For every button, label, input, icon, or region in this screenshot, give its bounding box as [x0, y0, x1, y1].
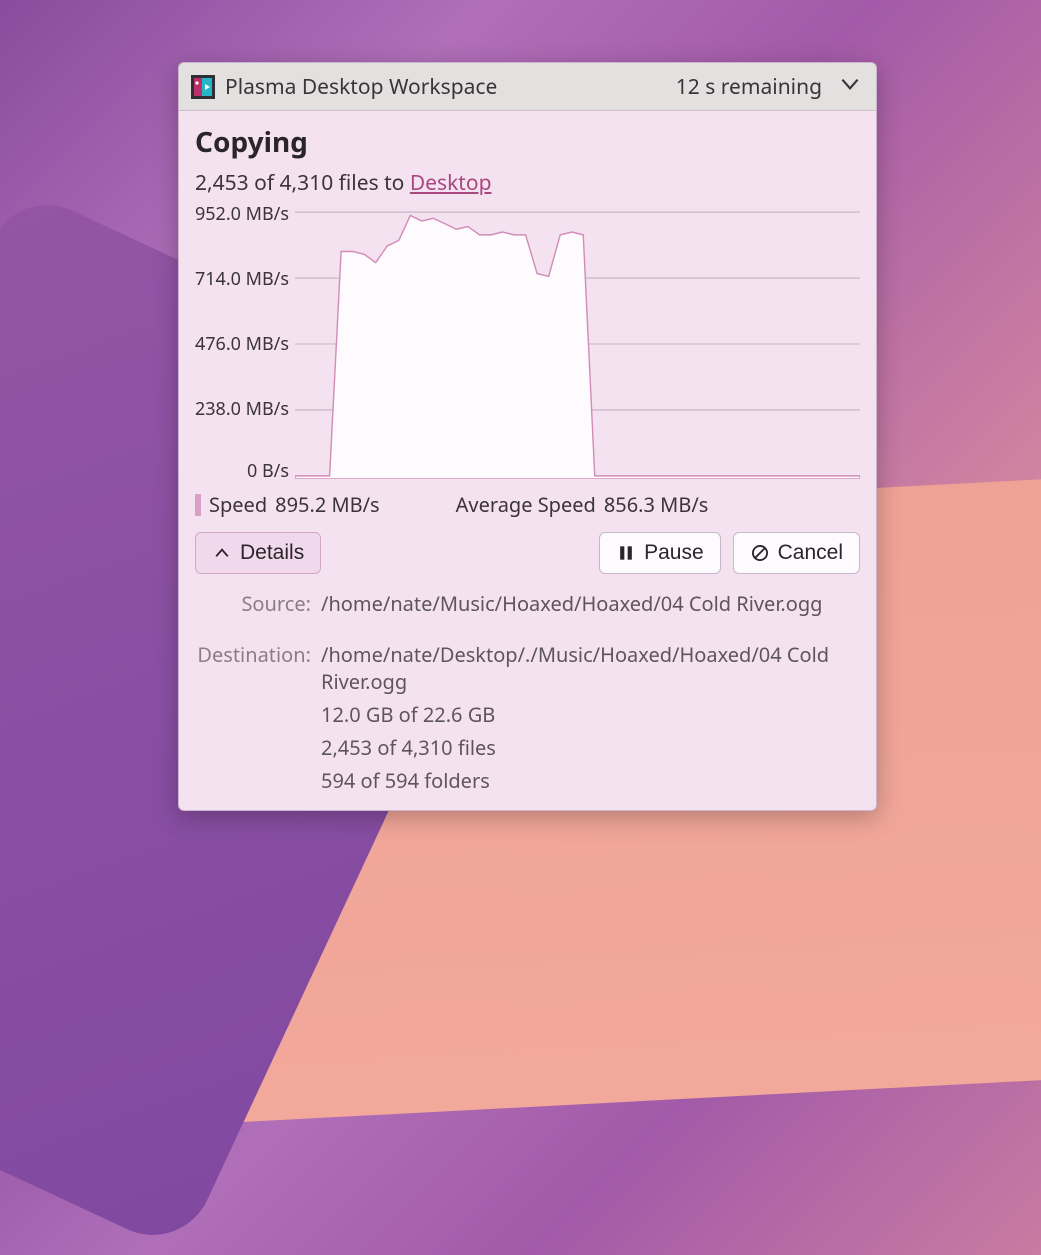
notification-body: Copying 2,453 of 4,310 files to Desktop … — [179, 111, 876, 810]
file-transfer-notification: Plasma Desktop Workspace 12 s remaining … — [178, 62, 877, 811]
cancel-button[interactable]: Cancel — [733, 532, 860, 574]
pause-button-label: Pause — [644, 541, 704, 565]
files-progress-text: 2,453 of 4,310 files to — [195, 169, 410, 197]
collapse-chevron-icon[interactable] — [836, 71, 864, 102]
speed-chart: 952.0 MB/s 714.0 MB/s 476.0 MB/s 238.0 M… — [195, 209, 860, 479]
y-tick-label: 714.0 MB/s — [195, 267, 289, 291]
chart-plot-area — [295, 209, 860, 479]
chart-y-axis: 952.0 MB/s 714.0 MB/s 476.0 MB/s 238.0 M… — [195, 209, 295, 479]
source-label: Source: — [195, 590, 311, 617]
pause-button[interactable]: Pause — [599, 532, 721, 574]
y-tick-label: 0 B/s — [247, 459, 289, 483]
y-tick-label: 238.0 MB/s — [195, 397, 289, 421]
speed-label: Speed — [209, 491, 267, 518]
details-block: Source: /home/nate/Music/Hoaxed/Hoaxed/0… — [195, 590, 860, 794]
destination-path: /home/nate/Desktop/./Music/Hoaxed/Hoaxed… — [321, 641, 860, 695]
source-path: /home/nate/Music/Hoaxed/Hoaxed/04 Cold R… — [321, 590, 860, 617]
destination-link[interactable]: Desktop — [410, 169, 492, 197]
details-button-label: Details — [240, 541, 304, 565]
pause-icon — [616, 543, 636, 563]
speed-indicator-icon — [195, 494, 201, 516]
details-button[interactable]: Details — [195, 532, 321, 574]
app-title: Plasma Desktop Workspace — [225, 73, 666, 101]
avg-speed-label: Average Speed — [456, 491, 596, 518]
cancel-button-label: Cancel — [778, 541, 843, 565]
size-progress: 12.0 GB of 22.6 GB — [321, 701, 860, 728]
cancel-icon — [750, 543, 770, 563]
y-tick-label: 952.0 MB/s — [195, 202, 289, 226]
files-progress: 2,453 of 4,310 files — [321, 734, 860, 761]
action-buttons-row: Details Pause Cancel — [195, 532, 860, 574]
speed-area-chart — [295, 209, 860, 479]
speed-value: 895.2 MB/s — [275, 491, 379, 518]
destination-label: Destination: — [195, 641, 311, 695]
titlebar: Plasma Desktop Workspace 12 s remaining — [179, 63, 876, 111]
plasma-app-icon — [191, 75, 215, 99]
progress-summary: 2,453 of 4,310 files to Desktop — [195, 169, 860, 197]
operation-heading: Copying — [195, 123, 860, 161]
y-tick-label: 476.0 MB/s — [195, 332, 289, 356]
folders-progress: 594 of 594 folders — [321, 767, 860, 794]
avg-speed-value: 856.3 MB/s — [604, 491, 708, 518]
chevron-up-icon — [212, 543, 232, 563]
time-remaining: 12 s remaining — [676, 73, 822, 101]
speed-readout: Speed 895.2 MB/s Average Speed 856.3 MB/… — [195, 491, 860, 518]
